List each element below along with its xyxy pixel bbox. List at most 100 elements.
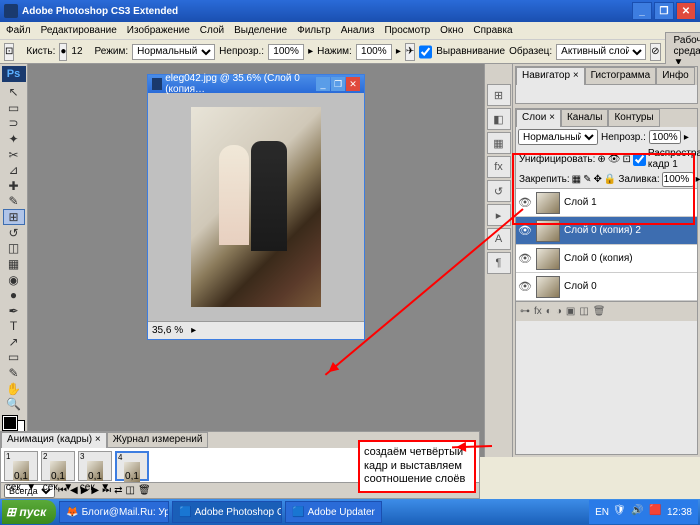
- taskbar-item[interactable]: 🦊 Блоги@Mail.Ru: Уро…: [59, 501, 169, 523]
- layer-name[interactable]: Слой 0: [564, 281, 597, 292]
- link-layers-icon[interactable]: ⊶: [520, 306, 530, 317]
- propagate-checkbox[interactable]: [633, 153, 646, 166]
- shape-tool-icon[interactable]: ▭: [3, 350, 25, 366]
- dock-styles-icon[interactable]: fx: [487, 156, 511, 178]
- tab-histogram[interactable]: Гистограмма: [585, 67, 657, 85]
- menu-analysis[interactable]: Анализ: [341, 25, 375, 36]
- status-arrow-icon[interactable]: ▸: [191, 325, 196, 336]
- menu-filter[interactable]: Фильтр: [297, 25, 331, 36]
- lock-all-icon[interactable]: 🔒: [604, 174, 616, 185]
- tab-navigator[interactable]: Навигатор ×: [516, 67, 585, 85]
- layer-name[interactable]: Слой 0 (копия) 2: [564, 225, 641, 236]
- tab-animation[interactable]: Анимация (кадры) ×: [1, 432, 107, 448]
- visibility-icon[interactable]: 👁: [518, 252, 532, 266]
- document-titlebar[interactable]: eleg042.jpg @ 35.6% (Слой 0 (копия… _ ❐ …: [148, 75, 364, 93]
- new-layer-icon[interactable]: ◫: [579, 306, 588, 317]
- opacity-input[interactable]: [268, 44, 304, 60]
- canvas[interactable]: [148, 93, 364, 321]
- layer-row[interactable]: 👁 Слой 0 (копия) 2: [516, 217, 697, 245]
- frame-delay[interactable]: 0,1 сек. ▼: [78, 471, 112, 493]
- lock-pixels-icon[interactable]: ✎: [583, 174, 591, 185]
- doc-close-button[interactable]: ✕: [346, 77, 360, 91]
- visibility-icon[interactable]: 👁: [518, 280, 532, 294]
- flow-input[interactable]: [356, 44, 392, 60]
- fill-input[interactable]: [662, 172, 694, 187]
- tab-paths[interactable]: Контуры: [608, 109, 659, 127]
- frame-delay[interactable]: 0,1 сек. ▼: [41, 471, 75, 493]
- visibility-icon[interactable]: 👁: [518, 196, 532, 210]
- eyedropper-icon[interactable]: ✎: [3, 365, 25, 381]
- tab-measurement[interactable]: Журнал измерений: [107, 432, 209, 448]
- move-tool-icon[interactable]: ↖: [3, 84, 25, 100]
- menu-file[interactable]: Файл: [6, 25, 31, 36]
- tray-icon[interactable]: 🛡: [613, 505, 627, 519]
- unify-position-icon[interactable]: ⊕: [597, 154, 605, 165]
- dodge-tool-icon[interactable]: ●: [3, 287, 25, 303]
- layer-name[interactable]: Слой 1: [564, 197, 597, 208]
- stamp-tool-icon[interactable]: ⊞: [3, 209, 25, 225]
- airbrush-icon[interactable]: ✈: [405, 43, 415, 61]
- layer-row[interactable]: 👁 Слой 1: [516, 189, 697, 217]
- dock-navigator-icon[interactable]: ⊞: [487, 84, 511, 106]
- brush-preview[interactable]: ●: [59, 43, 67, 61]
- dock-color-icon[interactable]: ◧: [487, 108, 511, 130]
- layer-opacity-input[interactable]: [649, 130, 681, 144]
- crop-tool-icon[interactable]: ✂: [3, 147, 25, 163]
- layer-name[interactable]: Слой 0 (копия): [564, 253, 633, 264]
- unify-visibility-icon[interactable]: 👁: [608, 154, 621, 165]
- brush-tool-icon[interactable]: ✎: [3, 193, 25, 209]
- layer-mask-icon[interactable]: ◐: [546, 306, 552, 317]
- lasso-tool-icon[interactable]: ⊃: [3, 116, 25, 132]
- layer-fx-icon[interactable]: fx: [534, 306, 542, 317]
- layer-group-icon[interactable]: ▣: [566, 306, 575, 317]
- flow-arrow-icon[interactable]: ▸: [396, 46, 401, 57]
- lock-trans-icon[interactable]: ▦: [572, 174, 581, 185]
- marquee-tool-icon[interactable]: ▭: [3, 100, 25, 116]
- clock[interactable]: 12:38: [667, 507, 692, 518]
- document-window[interactable]: eleg042.jpg @ 35.6% (Слой 0 (копия… _ ❐ …: [147, 74, 365, 340]
- visibility-icon[interactable]: 👁: [518, 224, 532, 238]
- menu-image[interactable]: Изображение: [127, 25, 190, 36]
- tab-channels[interactable]: Каналы: [561, 109, 609, 127]
- tray-icon[interactable]: 🔊: [631, 505, 645, 519]
- menu-layer[interactable]: Слой: [200, 25, 224, 36]
- adjustment-layer-icon[interactable]: ◑: [556, 306, 562, 317]
- type-tool-icon[interactable]: T: [3, 319, 25, 335]
- lock-position-icon[interactable]: ✥: [594, 174, 602, 185]
- delete-layer-icon[interactable]: 🗑: [593, 306, 606, 317]
- menu-view[interactable]: Просмотр: [384, 25, 430, 36]
- mode-select[interactable]: Нормальный: [132, 44, 215, 60]
- doc-minimize-button[interactable]: _: [316, 77, 330, 91]
- history-brush-icon[interactable]: ↺: [3, 225, 25, 241]
- frame-delay[interactable]: 0,1: [115, 471, 149, 493]
- dock-history-icon[interactable]: ↺: [487, 180, 511, 202]
- fill-caret-icon[interactable]: ▸: [696, 174, 700, 185]
- unify-style-icon[interactable]: ⊡: [622, 154, 630, 165]
- dock-character-icon[interactable]: A: [487, 228, 511, 250]
- dock-swatches-icon[interactable]: ▦: [487, 132, 511, 154]
- zoom-tool-icon[interactable]: 🔍: [3, 396, 25, 412]
- hand-tool-icon[interactable]: ✋: [3, 381, 25, 397]
- heal-tool-icon[interactable]: ✚: [3, 178, 25, 194]
- taskbar-item[interactable]: 🟦 Adobe Photoshop CS…: [172, 501, 282, 523]
- close-button[interactable]: ✕: [676, 2, 696, 20]
- layer-row[interactable]: 👁 Слой 0 (копия): [516, 245, 697, 273]
- layer-row[interactable]: 👁 Слой 0: [516, 273, 697, 301]
- start-button[interactable]: ⊞ пуск: [2, 500, 56, 524]
- doc-maximize-button[interactable]: ❐: [331, 77, 345, 91]
- menu-window[interactable]: Окно: [440, 25, 463, 36]
- taskbar-item[interactable]: 🟦 Adobe Updater: [285, 501, 382, 523]
- opacity-caret-icon[interactable]: ▸: [684, 132, 689, 143]
- menu-edit[interactable]: Редактирование: [41, 25, 117, 36]
- blend-mode-select[interactable]: Нормальный: [518, 129, 598, 145]
- lang-indicator[interactable]: EN: [595, 507, 609, 518]
- maximize-button[interactable]: ❐: [654, 2, 674, 20]
- opacity-arrow-icon[interactable]: ▸: [308, 46, 313, 57]
- slice-tool-icon[interactable]: ⊿: [3, 162, 25, 178]
- minimize-button[interactable]: _: [632, 2, 652, 20]
- path-tool-icon[interactable]: ↗: [3, 334, 25, 350]
- pen-tool-icon[interactable]: ✒: [3, 303, 25, 319]
- gradient-tool-icon[interactable]: ▦: [3, 256, 25, 272]
- align-checkbox[interactable]: [419, 44, 432, 60]
- tray-icon[interactable]: 🟥: [649, 505, 663, 519]
